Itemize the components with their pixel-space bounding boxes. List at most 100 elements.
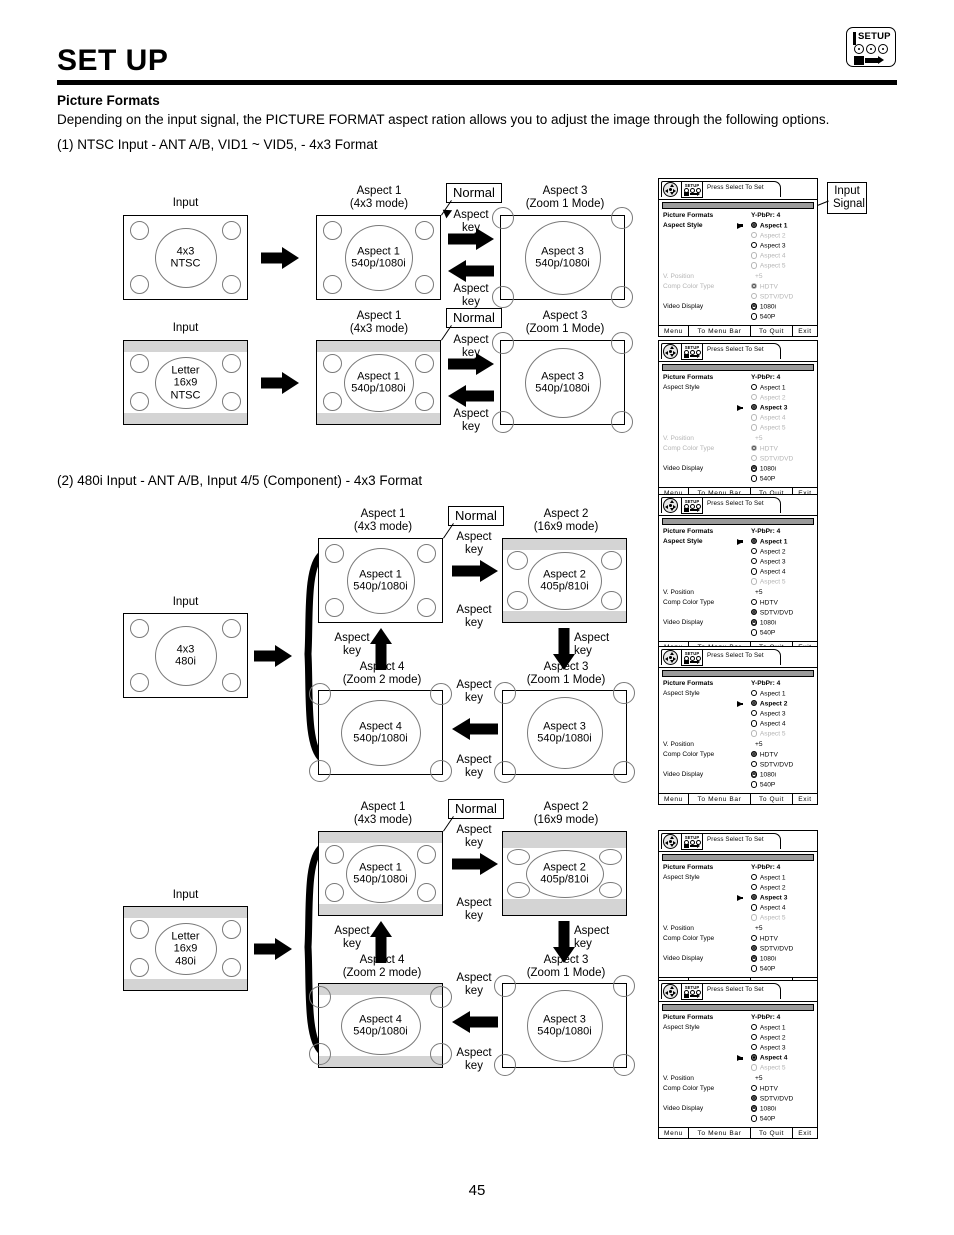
osd-aspect-row-2[interactable]: Aspect 2 [663, 547, 813, 557]
radio-indicator[interactable] [751, 710, 758, 717]
osd-footer-to-menu-bar[interactable]: To Menu Bar [689, 326, 751, 337]
osd-video-display-row-1[interactable]: Video Display 1080i [663, 955, 813, 965]
radio-indicator[interactable] [751, 873, 758, 881]
osd-aspect-row-1[interactable]: Aspect Style Aspect 1 [663, 537, 813, 547]
osd-aspect-row-3[interactable]: Aspect 3 [663, 558, 813, 568]
radio-indicator[interactable] [751, 945, 758, 952]
radio-indicator[interactable] [751, 750, 758, 758]
radio-indicator[interactable] [751, 221, 758, 229]
osd-video-display-row-2[interactable]: 540P [663, 475, 813, 485]
radio-indicator[interactable] [751, 629, 758, 636]
radio-indicator[interactable] [751, 547, 758, 555]
radio-indicator[interactable] [751, 598, 758, 606]
osd-footer-to-menu-bar[interactable]: To Menu Bar [689, 794, 751, 805]
osd-video-display-row-2[interactable]: 540P [663, 1115, 813, 1125]
radio-indicator[interactable] [751, 699, 758, 707]
osd-footer-menu[interactable]: Menu [659, 1128, 689, 1139]
osd-aspect-row-3[interactable]: Aspect 3 [663, 710, 813, 720]
radio-indicator[interactable] [751, 252, 758, 259]
radio-indicator[interactable] [751, 444, 758, 452]
osd-footer-exit[interactable]: Exit [793, 1128, 817, 1138]
navigation-pad-icon[interactable] [663, 834, 678, 849]
osd-aspect-row-2[interactable]: Aspect 2 [663, 699, 813, 709]
osd-aspect-row-1[interactable]: Aspect Style Aspect 1 [663, 221, 813, 231]
radio-indicator[interactable] [751, 262, 758, 269]
osd-aspect-row-3[interactable]: Aspect 3 [663, 242, 813, 252]
osd-video-display-row-1[interactable]: Video Display 1080i [663, 771, 813, 781]
osd-aspect-row-4[interactable]: Aspect 4 [663, 568, 813, 578]
radio-indicator[interactable] [751, 404, 758, 411]
osd-comp-color-row-2[interactable]: SDTV/DVD [663, 945, 813, 955]
osd-aspect-row-1[interactable]: Aspect Style Aspect 1 [663, 383, 813, 393]
osd-video-display-row-2[interactable]: 540P [663, 965, 813, 975]
osd-v-position-row[interactable]: V. Position +5 [663, 924, 813, 934]
osd-video-display-row-2[interactable]: 540P [663, 629, 813, 639]
osd-footer-exit[interactable]: Exit [793, 794, 817, 804]
osd-menu-3[interactable]: SETUP Press Select To Set Picture Formats Y… [658, 494, 818, 654]
radio-indicator[interactable] [751, 393, 758, 401]
radio-indicator[interactable] [751, 293, 758, 300]
radio-indicator[interactable] [751, 1033, 758, 1041]
osd-video-display-row-2[interactable]: 540P [663, 313, 813, 323]
osd-aspect-row-3[interactable]: Aspect 3 [663, 894, 813, 904]
radio-indicator[interactable] [751, 771, 758, 778]
radio-indicator[interactable] [751, 424, 758, 431]
osd-aspect-row-2[interactable]: Aspect 2 [663, 883, 813, 893]
osd-v-position-row[interactable]: V. Position +5 [663, 740, 813, 750]
osd-video-display-row-2[interactable]: 540P [663, 781, 813, 791]
radio-indicator[interactable] [751, 1105, 758, 1112]
osd-aspect-row-4[interactable]: Aspect 4 [663, 1054, 813, 1064]
radio-indicator[interactable] [751, 934, 758, 942]
radio-indicator[interactable] [751, 242, 758, 249]
osd-comp-color-row-1[interactable]: Comp Color Type HDTV [663, 934, 813, 944]
radio-indicator[interactable] [751, 883, 758, 891]
osd-footer-to-quit[interactable]: To Quit [751, 794, 793, 805]
osd-footer-to-menu-bar[interactable]: To Menu Bar [689, 1128, 751, 1139]
osd-aspect-row-5[interactable]: Aspect 5 [663, 914, 813, 924]
radio-indicator[interactable] [751, 455, 758, 462]
radio-indicator[interactable] [751, 904, 758, 911]
osd-aspect-row-2[interactable]: Aspect 2 [663, 231, 813, 241]
osd-video-display-row-1[interactable]: Video Display 1080i [663, 619, 813, 629]
osd-comp-color-row-2[interactable]: SDTV/DVD [663, 293, 813, 303]
osd-comp-color-row-2[interactable]: SDTV/DVD [663, 1095, 813, 1105]
radio-indicator[interactable] [751, 1023, 758, 1031]
radio-indicator[interactable] [751, 475, 758, 482]
osd-aspect-row-5[interactable]: Aspect 5 [663, 424, 813, 434]
radio-indicator[interactable] [751, 383, 758, 391]
radio-indicator[interactable] [751, 1044, 758, 1051]
osd-aspect-row-3[interactable]: Aspect 3 [663, 404, 813, 414]
osd-footer-to-quit[interactable]: To Quit [751, 1128, 793, 1139]
osd-video-display-row-1[interactable]: Video Display 1080i [663, 465, 813, 475]
radio-indicator[interactable] [751, 720, 758, 727]
osd-footer-menu[interactable]: Menu [659, 794, 689, 805]
radio-indicator[interactable] [751, 761, 758, 768]
radio-indicator[interactable] [751, 282, 758, 290]
navigation-pad-icon[interactable] [663, 182, 678, 197]
navigation-pad-icon[interactable] [663, 344, 678, 359]
osd-aspect-row-4[interactable]: Aspect 4 [663, 414, 813, 424]
radio-indicator[interactable] [751, 689, 758, 697]
osd-footer-exit[interactable]: Exit [793, 326, 817, 336]
radio-indicator[interactable] [751, 231, 758, 239]
radio-indicator[interactable] [751, 1095, 758, 1102]
osd-comp-color-row-2[interactable]: SDTV/DVD [663, 455, 813, 465]
osd-comp-color-row-2[interactable]: SDTV/DVD [663, 761, 813, 771]
radio-indicator[interactable] [751, 578, 758, 585]
radio-indicator[interactable] [751, 914, 758, 921]
osd-video-display-row-1[interactable]: Video Display 1080i [663, 1105, 813, 1115]
radio-indicator[interactable] [751, 303, 758, 310]
osd-comp-color-row-1[interactable]: Comp Color Type HDTV [663, 598, 813, 608]
osd-menu-2[interactable]: SETUP Press Select To Set Picture Formats Y… [658, 340, 818, 500]
osd-aspect-row-2[interactable]: Aspect 2 [663, 393, 813, 403]
osd-comp-color-row-1[interactable]: Comp Color Type HDTV [663, 282, 813, 292]
osd-menu-1[interactable]: SETUP Press Select To Set Picture Formats Y… [658, 178, 818, 338]
osd-footer-menu[interactable]: Menu [659, 326, 689, 337]
radio-indicator[interactable] [751, 465, 758, 472]
radio-indicator[interactable] [751, 609, 758, 616]
osd-menu-6[interactable]: SETUP Press Select To Set Picture Formats Y… [658, 980, 818, 1140]
radio-indicator[interactable] [751, 965, 758, 972]
radio-indicator[interactable] [751, 1054, 758, 1061]
osd-aspect-row-1[interactable]: Aspect Style Aspect 1 [663, 873, 813, 883]
radio-indicator[interactable] [751, 568, 758, 575]
